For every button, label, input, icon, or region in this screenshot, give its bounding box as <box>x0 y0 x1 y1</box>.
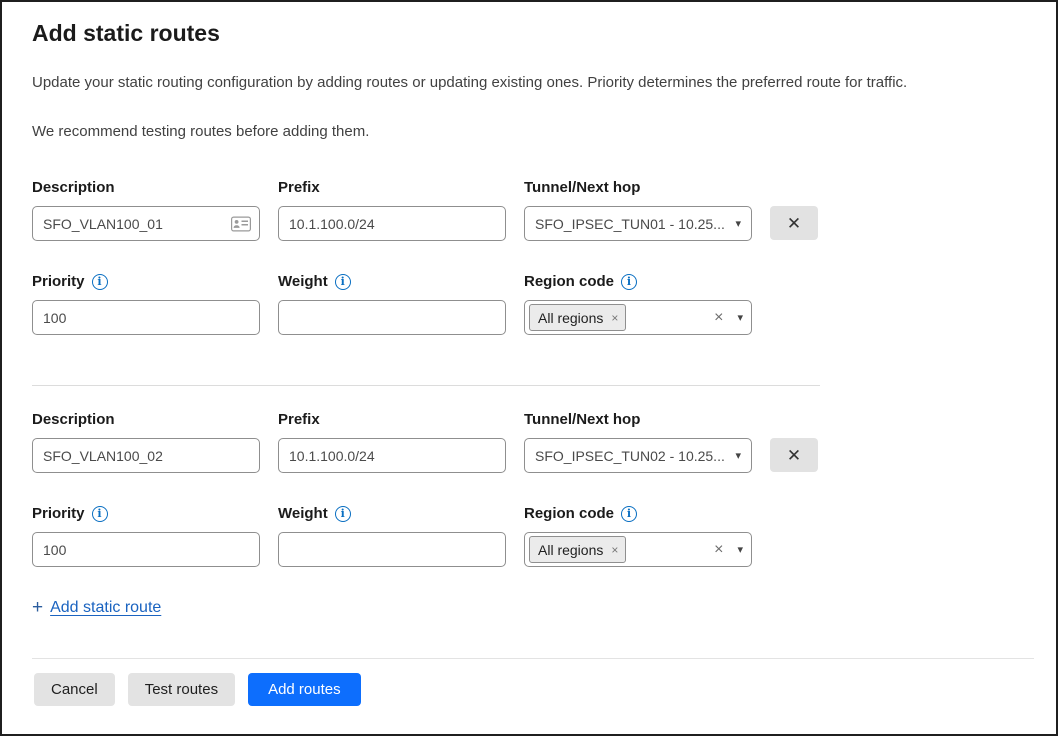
priority-input[interactable] <box>32 300 260 335</box>
priority-input[interactable] <box>32 532 260 567</box>
priority-label-text: Priority <box>32 505 85 523</box>
description-label-text: Description <box>32 179 115 197</box>
chip-remove-icon[interactable]: × <box>611 543 618 557</box>
region-code-select[interactable]: All regions × × ▾ <box>524 300 752 335</box>
chevron-down-icon[interactable]: ▾ <box>737 543 743 556</box>
route-section-1: Description <box>32 179 820 335</box>
plus-icon: + <box>32 598 43 617</box>
prefix-label: Prefix <box>278 411 506 429</box>
tunnel-select[interactable]: SFO_IPSEC_TUN02 - 10.25... ▾ <box>524 438 752 473</box>
tunnel-label: Tunnel/Next hop <box>524 179 752 197</box>
route-section-2: Description Prefix Tunnel/Next hop <box>32 411 820 567</box>
description-input[interactable] <box>32 206 260 241</box>
region-code-select[interactable]: All regions × × ▾ <box>524 532 752 567</box>
description-label-text: Description <box>32 411 115 429</box>
weight-input[interactable] <box>278 300 506 335</box>
region-code-label-text: Region code <box>524 505 614 523</box>
region-chip[interactable]: All regions × <box>529 536 626 563</box>
chevron-down-icon[interactable]: ▾ <box>737 311 743 324</box>
info-icon[interactable]: i <box>92 506 108 522</box>
weight-label: Weight i <box>278 505 506 523</box>
region-chip-label: All regions <box>538 310 603 326</box>
add-static-route-link[interactable]: Add static route <box>50 599 161 617</box>
info-icon[interactable]: i <box>621 274 637 290</box>
prefix-label-text: Prefix <box>278 411 320 429</box>
cancel-button[interactable]: Cancel <box>34 673 115 706</box>
prefix-label-text: Prefix <box>278 179 320 197</box>
tunnel-selected-value: SFO_IPSEC_TUN01 - 10.25... <box>535 216 727 232</box>
add-routes-button[interactable]: Add routes <box>248 673 361 706</box>
page-title: Add static routes <box>32 18 1034 48</box>
tunnel-select[interactable]: SFO_IPSEC_TUN01 - 10.25... ▾ <box>524 206 752 241</box>
chip-remove-icon[interactable]: × <box>611 311 618 325</box>
dialog-note: We recommend testing routes before addin… <box>32 121 1034 142</box>
region-code-label-text: Region code <box>524 273 614 291</box>
clear-selection-icon[interactable]: × <box>708 541 729 559</box>
clear-selection-icon[interactable]: × <box>708 309 729 327</box>
info-icon[interactable]: i <box>92 274 108 290</box>
tunnel-label: Tunnel/Next hop <box>524 411 752 429</box>
prefix-input[interactable] <box>278 438 506 473</box>
info-icon[interactable]: i <box>335 506 351 522</box>
weight-label-text: Weight <box>278 505 328 523</box>
weight-label: Weight i <box>278 273 506 291</box>
routes-form: Description <box>32 179 820 617</box>
description-label: Description <box>32 179 260 197</box>
info-icon[interactable]: i <box>335 274 351 290</box>
priority-label-text: Priority <box>32 273 85 291</box>
dialog-footer: Cancel Test routes Add routes <box>32 658 1034 706</box>
region-chip-label: All regions <box>538 542 603 558</box>
test-routes-button[interactable]: Test routes <box>128 673 235 706</box>
priority-label: Priority i <box>32 273 260 291</box>
prefix-input[interactable] <box>278 206 506 241</box>
remove-route-button[interactable]: ✕ <box>770 438 818 472</box>
tunnel-label-text: Tunnel/Next hop <box>524 411 640 429</box>
tunnel-selected-value: SFO_IPSEC_TUN02 - 10.25... <box>535 448 727 464</box>
add-static-routes-dialog: Add static routes Update your static rou… <box>0 0 1058 736</box>
region-code-label: Region code i <box>524 273 752 291</box>
chevron-down-icon: ▾ <box>735 217 741 230</box>
footer-divider <box>32 658 1034 659</box>
info-icon[interactable]: i <box>621 506 637 522</box>
description-input[interactable] <box>32 438 260 473</box>
weight-label-text: Weight <box>278 273 328 291</box>
remove-route-button[interactable]: ✕ <box>770 206 818 240</box>
region-chip[interactable]: All regions × <box>529 304 626 331</box>
region-code-label: Region code i <box>524 505 752 523</box>
priority-label: Priority i <box>32 505 260 523</box>
chevron-down-icon: ▾ <box>735 449 741 462</box>
weight-input[interactable] <box>278 532 506 567</box>
section-divider <box>32 385 820 386</box>
contact-card-icon <box>231 216 251 231</box>
prefix-label: Prefix <box>278 179 506 197</box>
dialog-subtitle: Update your static routing configuration… <box>32 72 1034 93</box>
description-label: Description <box>32 411 260 429</box>
tunnel-label-text: Tunnel/Next hop <box>524 179 640 197</box>
